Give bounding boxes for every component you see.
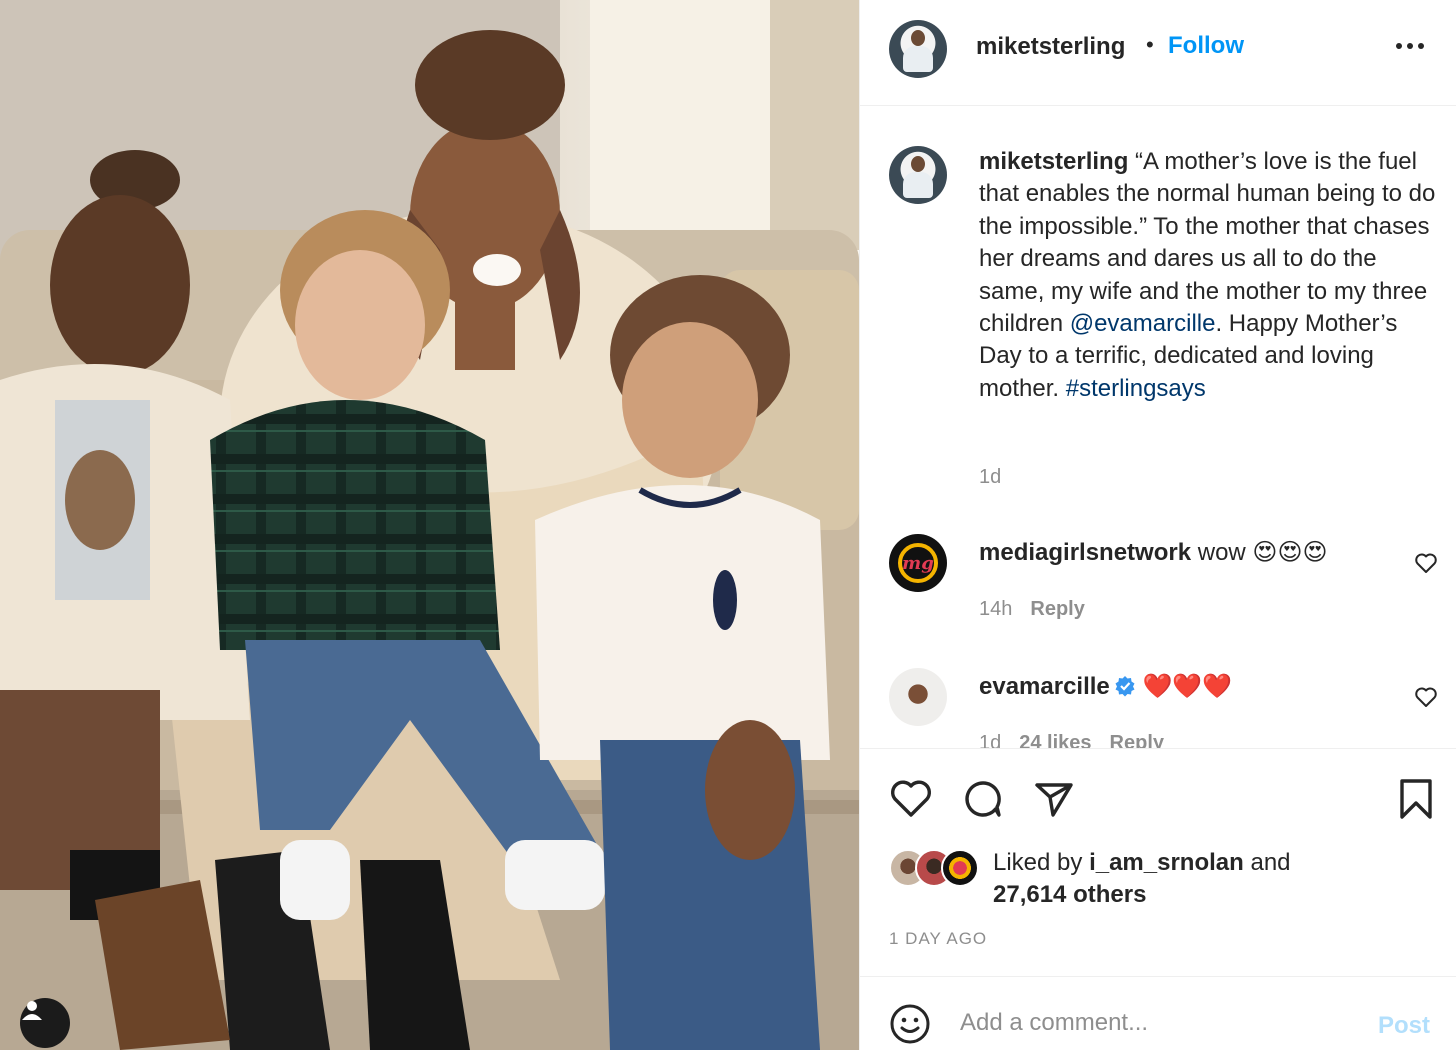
comment-composer: Post — [860, 976, 1456, 1050]
comment-author[interactable]: mediagirlsnetwork — [979, 539, 1191, 566]
comment-emoji: ❤️❤️❤️ — [1142, 673, 1233, 700]
likes-middle: and — [1243, 849, 1291, 876]
caption-text-1: “A mother’s love is the fuel that enable… — [979, 148, 1436, 338]
post-date[interactable]: 1 DAY AGO — [889, 929, 987, 949]
comment-meta: 1d 24 likes Reply — [979, 732, 1164, 748]
verified-badge-icon — [1115, 676, 1135, 697]
comment-time[interactable]: 14h — [979, 598, 1012, 620]
save-bookmark-icon[interactable] — [1394, 777, 1438, 821]
post-header: miketsterling • Follow — [860, 0, 1456, 106]
author-username[interactable]: miketsterling — [976, 33, 1125, 61]
likes-prefix: Liked by — [993, 849, 1090, 876]
family-photo-illustration — [0, 0, 859, 1050]
comment-emoji: 😍😍😍 — [1252, 539, 1328, 566]
post-sidebar: miketsterling • Follow miketsterling “A … — [859, 0, 1456, 1050]
avatar-logo-text: mg — [902, 552, 934, 574]
header-separator: • — [1146, 32, 1154, 57]
instagram-post: miketsterling • Follow miketsterling “A … — [0, 0, 1456, 1050]
post-actions: Liked by i_am_srnolan and 27,614 others … — [860, 748, 1456, 976]
caption-hashtag[interactable]: #sterlingsays — [1066, 375, 1206, 402]
post-photo[interactable] — [0, 0, 859, 1050]
post-comment-button[interactable]: Post — [1378, 1012, 1430, 1040]
author-avatar[interactable] — [889, 20, 947, 78]
comment-time[interactable]: 1d — [979, 732, 1001, 748]
follow-button[interactable]: Follow — [1168, 32, 1244, 60]
comment-body: evamarcille ❤️❤️❤️ — [979, 672, 1232, 701]
like-comment-heart-icon[interactable] — [1414, 552, 1438, 574]
comment-author[interactable]: evamarcille — [979, 673, 1110, 700]
commenter-avatar[interactable]: mg — [889, 534, 947, 592]
liker-avatar — [941, 849, 979, 887]
comment-input[interactable] — [960, 999, 1360, 1047]
caption-timestamp[interactable]: 1d — [979, 466, 1001, 489]
comments-list[interactable]: miketsterling “A mother’s love is the fu… — [860, 106, 1456, 748]
more-options-icon[interactable] — [1396, 36, 1426, 56]
liker-avatars[interactable] — [889, 849, 984, 889]
tagged-user-icon[interactable] — [20, 998, 70, 1048]
like-comment-heart-icon[interactable] — [1414, 686, 1438, 708]
emoji-smiley-icon[interactable] — [889, 1003, 931, 1045]
comment-likes[interactable]: 24 likes — [1019, 732, 1091, 748]
commenter-avatar[interactable] — [889, 668, 947, 726]
reply-button[interactable]: Reply — [1030, 598, 1084, 620]
caption-mention[interactable]: @evamarcille — [1070, 310, 1216, 337]
comment-text: wow — [1197, 539, 1246, 566]
likes-summary: Liked by i_am_srnolan and 27,614 others — [993, 847, 1291, 911]
reply-button[interactable]: Reply — [1110, 732, 1164, 748]
first-liker[interactable]: i_am_srnolan — [1089, 849, 1244, 876]
like-heart-icon[interactable] — [889, 777, 933, 821]
comment-meta: 14h Reply — [979, 598, 1085, 621]
post-caption: miketsterling “A mother’s love is the fu… — [979, 146, 1439, 405]
caption-author[interactable]: miketsterling — [979, 148, 1128, 175]
likes-count[interactable]: 27,614 others — [993, 881, 1146, 908]
comment-bubble-icon[interactable] — [961, 777, 1005, 821]
person-icon — [22, 1001, 42, 1020]
comment-body: mediagirlsnetwork wow 😍😍😍 — [979, 538, 1327, 567]
share-send-icon[interactable] — [1032, 777, 1076, 821]
caption-author-avatar[interactable] — [889, 146, 947, 204]
